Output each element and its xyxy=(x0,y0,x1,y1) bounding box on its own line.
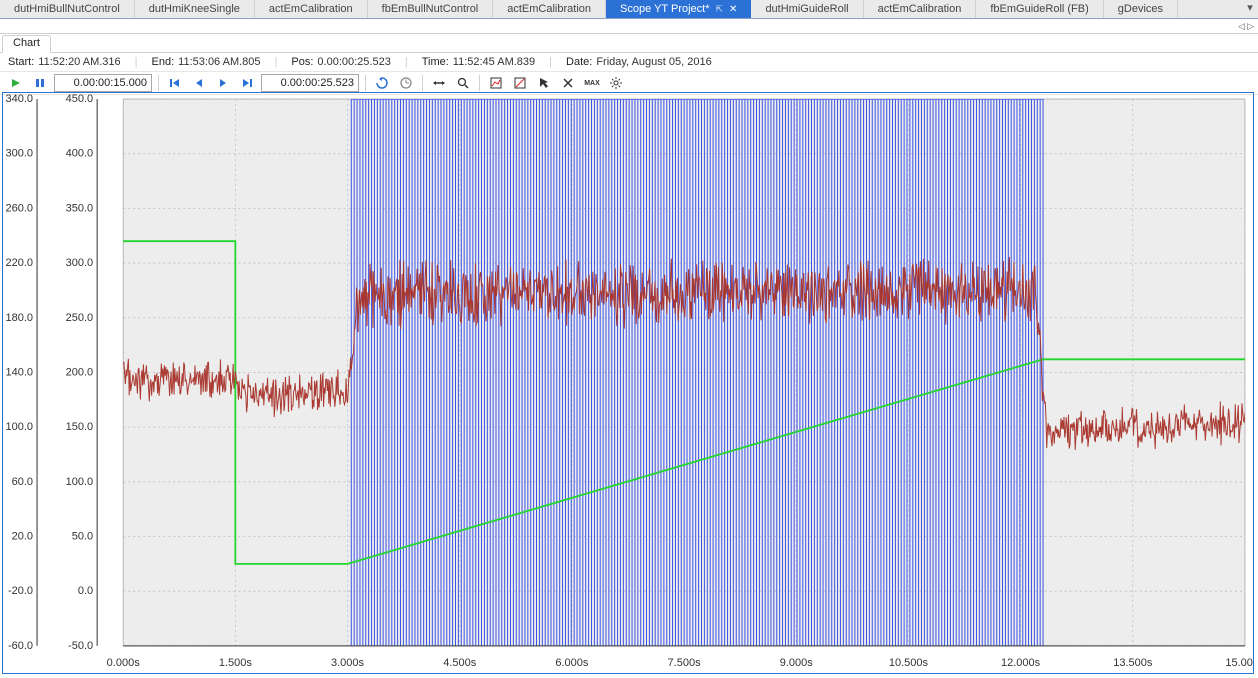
max-button[interactable]: MAX xyxy=(582,73,602,93)
chart-mode-1-button[interactable] xyxy=(486,73,506,93)
date-value: Friday, August 05, 2016 xyxy=(596,56,711,68)
svg-text:1.500s: 1.500s xyxy=(219,657,253,669)
chart-canvas[interactable]: 0.000s 1.500s 3.000s 4.500s 6.000s 7.500s 9.00… xyxy=(3,93,1253,674)
pin-icon[interactable]: ⇱ xyxy=(716,4,724,14)
tab-overflow-button[interactable]: ▾ xyxy=(1242,0,1258,18)
end-value: 11:53:06 AM.805 xyxy=(178,56,260,68)
svg-text:180.0: 180.0 xyxy=(6,312,34,324)
doc-tab[interactable]: gDevices xyxy=(1104,0,1178,18)
subtab-row: Chart xyxy=(0,34,1258,53)
start-value: 11:52:20 AM.316 xyxy=(38,56,120,68)
tab-chart[interactable]: Chart xyxy=(2,35,51,53)
doc-tab[interactable]: Scope YT Project*⇱✕ xyxy=(606,0,751,18)
svg-text:450.0: 450.0 xyxy=(66,93,94,105)
position-input[interactable] xyxy=(261,74,359,92)
svg-text:220.0: 220.0 xyxy=(6,257,34,269)
svg-text:0.0: 0.0 xyxy=(78,585,93,597)
info-bar: Start: 11:52:20 AM.316 | End: 11:53:06 A… xyxy=(0,53,1258,72)
svg-text:12.000s: 12.000s xyxy=(1001,657,1041,669)
document-tabstrip: dutHmiBullNutControldutHmiKneeSingleactE… xyxy=(0,0,1258,19)
svg-text:100.0: 100.0 xyxy=(6,421,34,433)
cursor-button[interactable] xyxy=(534,73,554,93)
svg-text:-60.0: -60.0 xyxy=(8,640,33,652)
svg-text:6.000s: 6.000s xyxy=(555,657,589,669)
svg-text:300.0: 300.0 xyxy=(6,148,34,160)
play-button[interactable] xyxy=(6,73,26,93)
time-value: 11:52:45 AM.839 xyxy=(453,56,535,68)
svg-text:50.0: 50.0 xyxy=(72,531,93,543)
step-back-button[interactable] xyxy=(189,73,209,93)
doc-tab[interactable]: dutHmiGuideRoll xyxy=(751,0,863,18)
svg-text:350.0: 350.0 xyxy=(66,202,94,214)
time-label: Time: xyxy=(422,56,449,68)
date-label: Date: xyxy=(566,56,592,68)
start-label: Start: xyxy=(8,56,34,68)
svg-text:10.500s: 10.500s xyxy=(889,657,929,669)
duration-input[interactable] xyxy=(54,74,152,92)
svg-text:7.500s: 7.500s xyxy=(668,657,702,669)
svg-text:150.0: 150.0 xyxy=(66,421,94,433)
doc-tab[interactable]: dutHmiBullNutControl xyxy=(0,0,135,18)
settings-button[interactable] xyxy=(606,73,626,93)
doc-tab[interactable]: fbEmBullNutControl xyxy=(368,0,494,18)
doc-tab[interactable]: dutHmiKneeSingle xyxy=(135,0,255,18)
chart-mode-2-button[interactable] xyxy=(510,73,530,93)
svg-text:9.000s: 9.000s xyxy=(780,657,814,669)
svg-text:400.0: 400.0 xyxy=(66,148,94,160)
clear-button[interactable] xyxy=(558,73,578,93)
svg-text:300.0: 300.0 xyxy=(66,257,94,269)
close-icon[interactable]: ✕ xyxy=(729,4,737,15)
svg-text:3.000s: 3.000s xyxy=(331,657,365,669)
doc-tab[interactable]: fbEmGuideRoll (FB) xyxy=(976,0,1103,18)
svg-text:140.0: 140.0 xyxy=(6,366,34,378)
svg-text:200.0: 200.0 xyxy=(66,366,94,378)
svg-text:-20.0: -20.0 xyxy=(8,585,33,597)
svg-text:4.500s: 4.500s xyxy=(443,657,477,669)
pos-label: Pos: xyxy=(291,56,313,68)
chart-panel: 0.000s 1.500s 3.000s 4.500s 6.000s 7.500s 9.00… xyxy=(2,92,1254,674)
tab-nav-arrows: ◁ ▷ xyxy=(0,19,1258,34)
svg-text:13.500s: 13.500s xyxy=(1113,657,1153,669)
pan-x-button[interactable] xyxy=(429,73,449,93)
svg-text:15.000s: 15.000s xyxy=(1225,657,1253,669)
svg-text:100.0: 100.0 xyxy=(66,476,94,488)
pos-value: 0.00:00:25.523 xyxy=(317,56,390,68)
refresh-button[interactable] xyxy=(372,73,392,93)
step-forward-button[interactable] xyxy=(213,73,233,93)
nav-next-icon[interactable]: ▷ xyxy=(1247,21,1254,32)
doc-tab[interactable]: actEmCalibration xyxy=(255,0,368,18)
svg-text:0.000s: 0.000s xyxy=(107,657,141,669)
clock-button[interactable] xyxy=(396,73,416,93)
zoom-fit-button[interactable] xyxy=(453,73,473,93)
svg-text:60.0: 60.0 xyxy=(12,476,33,488)
doc-tab[interactable]: actEmCalibration xyxy=(493,0,606,18)
svg-text:-50.0: -50.0 xyxy=(68,640,93,652)
nav-prev-icon[interactable]: ◁ xyxy=(1238,21,1245,32)
doc-tab[interactable]: actEmCalibration xyxy=(864,0,977,18)
end-label: End: xyxy=(152,56,175,68)
pause-button[interactable] xyxy=(30,73,50,93)
skip-start-button[interactable] xyxy=(165,73,185,93)
skip-end-button[interactable] xyxy=(237,73,257,93)
svg-text:260.0: 260.0 xyxy=(6,202,34,214)
svg-text:250.0: 250.0 xyxy=(66,312,94,324)
svg-text:20.0: 20.0 xyxy=(12,531,33,543)
svg-text:340.0: 340.0 xyxy=(6,93,34,105)
